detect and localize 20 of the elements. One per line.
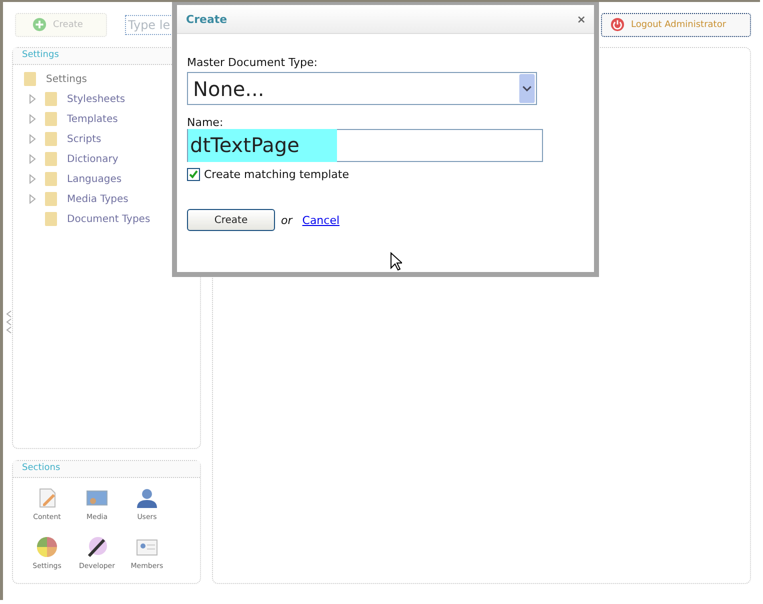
checkbox[interactable] (187, 168, 200, 181)
checkbox-label[interactable]: Create matching template (204, 168, 349, 181)
tree-item[interactable]: Media Types (13, 189, 200, 209)
tree-item[interactable]: Languages (13, 169, 200, 189)
create-button[interactable]: Create (187, 209, 275, 231)
wand-icon (85, 535, 109, 559)
plus-circle-icon (32, 17, 47, 32)
name-field[interactable]: dtTextPage (187, 129, 543, 162)
document-type-select[interactable]: None... (187, 72, 537, 105)
user-icon (135, 486, 159, 510)
dialog-title: Create (186, 12, 228, 26)
power-icon (610, 17, 625, 32)
color-wheel-icon (35, 535, 59, 559)
field-label: Name: (187, 116, 224, 129)
close-button[interactable]: × (576, 12, 586, 26)
or-text: or (281, 214, 292, 226)
cancel-link[interactable]: Cancel (302, 214, 340, 226)
mouse-cursor-icon (390, 252, 402, 272)
panel-title: Sections (13, 461, 200, 478)
field-label: Master Document Type: (187, 56, 319, 69)
